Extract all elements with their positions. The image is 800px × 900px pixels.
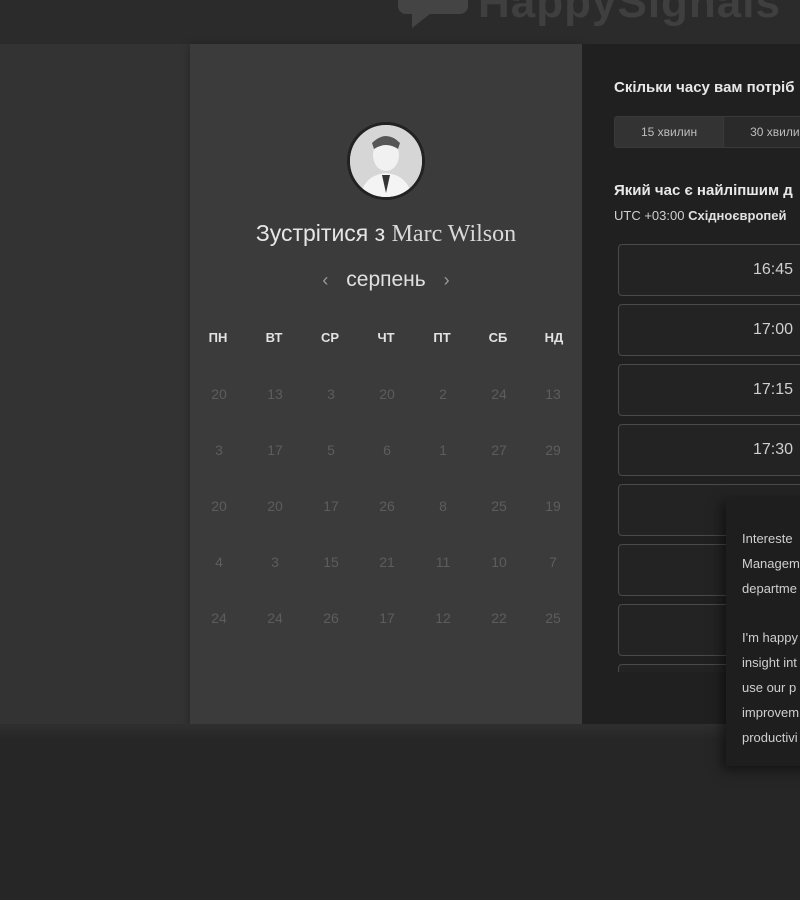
weekday-sun: НД <box>544 330 564 345</box>
calendar-day: 5 <box>327 442 335 458</box>
calendar-day: 15 <box>323 554 339 570</box>
calendar-day: 12 <box>435 610 451 626</box>
calendar-day: 3 <box>215 442 223 458</box>
calendar-day: 26 <box>379 498 395 514</box>
calendar-day: 13 <box>267 386 283 402</box>
duration-question: Скільки часу вам потріб <box>614 79 795 96</box>
calendar-day: 20 <box>211 386 227 402</box>
chat-text-line: use our p <box>742 680 797 695</box>
calendar-day: 24 <box>491 386 507 402</box>
calendar-day: 2 <box>439 386 447 402</box>
calendar-day: 24 <box>267 610 283 626</box>
meeting-title-prefix: Зустрітися з <box>255 220 386 246</box>
duration-selector: 15 хвилин 30 хвилин <box>614 116 800 148</box>
chat-text-line: improvem <box>742 705 800 720</box>
host-name: Marc Wilson <box>391 221 517 247</box>
footer-divider <box>0 724 800 740</box>
calendar-day: 24 <box>211 610 227 626</box>
duration-option-30[interactable]: 30 хвилин <box>724 117 800 147</box>
meeting-title: Зустрітися з Marc Wilson <box>190 220 582 248</box>
calendar-day: 22 <box>491 610 507 626</box>
weekday-fri: ПТ <box>433 330 451 345</box>
chat-popup[interactable]: Intereste Managem departme I'm happy ins… <box>726 498 800 766</box>
logo-bubble-icon <box>398 0 468 28</box>
weekday-tue: ВТ <box>265 330 283 345</box>
weekday-thu: ЧТ <box>377 330 395 345</box>
calendar-day: 29 <box>545 442 561 458</box>
calendar-day: 13 <box>545 386 561 402</box>
prev-month-icon[interactable]: ‹ <box>322 270 328 290</box>
month-label: серпень <box>346 268 426 291</box>
calendar-day: 3 <box>271 554 279 570</box>
calendar-day: 10 <box>491 554 507 570</box>
top-header: HappySignals <box>0 0 800 44</box>
calendar-day: 19 <box>545 498 561 514</box>
calendar-day: 17 <box>323 498 339 514</box>
timezone-offset: UTC +03:00 <box>614 208 685 223</box>
calendar-day: 6 <box>383 442 391 458</box>
weekday-sat: СБ <box>488 330 508 345</box>
weekday-mon: ПН <box>208 330 228 345</box>
time-question: Який час є найліпшим д <box>614 182 793 199</box>
person-icon <box>350 125 422 197</box>
calendar-day: 8 <box>439 498 447 514</box>
calendar-day: 25 <box>491 498 507 514</box>
host-avatar <box>347 122 425 200</box>
chat-text-line: insight int <box>742 655 797 670</box>
chat-text-line: Managem <box>742 556 800 571</box>
time-slot[interactable]: 17:15 <box>618 364 800 416</box>
brand-logo[interactable]: HappySignals <box>478 0 781 28</box>
calendar-day: 17 <box>267 442 283 458</box>
chat-text-line: productivi <box>742 730 798 745</box>
timezone-label[interactable]: UTC +03:00 Східноєвропей <box>614 208 786 223</box>
calendar-day: 3 <box>327 386 335 402</box>
weekday-wed: СР <box>320 330 340 345</box>
calendar-day: 20 <box>211 498 227 514</box>
calendar-day: 4 <box>215 554 223 570</box>
calendar-day: 26 <box>323 610 339 626</box>
page-left-background <box>0 44 190 730</box>
calendar-day: 17 <box>379 610 395 626</box>
time-slot[interactable]: 17:30 <box>618 424 800 476</box>
calendar-day: 21 <box>379 554 395 570</box>
timezone-name: Східноєвропей <box>688 208 787 223</box>
chat-text-line: departme <box>742 581 797 596</box>
calendar-day: 25 <box>545 610 561 626</box>
time-slot[interactable]: 16:45 <box>618 244 800 296</box>
calendar-day: 7 <box>549 554 557 570</box>
time-slot[interactable]: 17:00 <box>618 304 800 356</box>
calendar-panel: Зустрітися з Marc Wilson ‹ серпень › ПН … <box>190 44 582 726</box>
month-navigation: ‹ серпень › <box>190 268 582 292</box>
calendar-day: 1 <box>439 442 447 458</box>
chat-text-line: Intereste <box>742 531 793 546</box>
calendar-day: 27 <box>491 442 507 458</box>
duration-option-15[interactable]: 15 хвилин <box>615 117 725 147</box>
calendar-day: 20 <box>379 386 395 402</box>
chat-text-line: I'm happy <box>742 630 798 645</box>
calendar-day: 11 <box>435 554 451 570</box>
next-month-icon[interactable]: › <box>444 270 450 290</box>
calendar-day: 20 <box>267 498 283 514</box>
